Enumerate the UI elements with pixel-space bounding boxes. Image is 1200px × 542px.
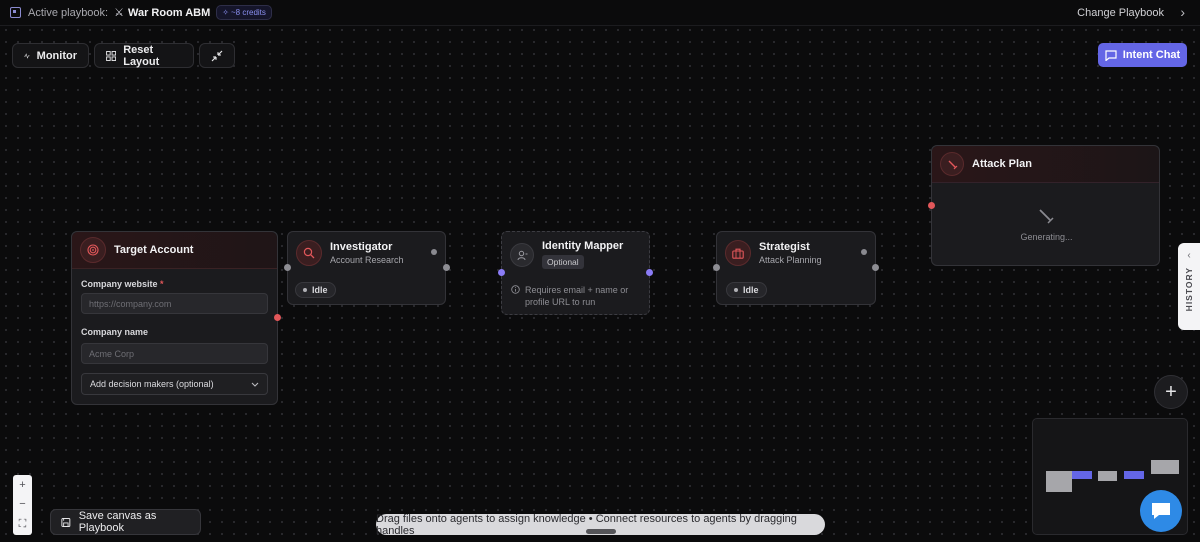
minimap-node: [1151, 460, 1179, 474]
target-account-title: Target Account: [114, 244, 194, 256]
investigator-input-handle[interactable]: [284, 264, 291, 271]
strategist-subtitle: Attack Planning: [759, 255, 822, 265]
target-account-node[interactable]: Target Account Company website * https:/…: [71, 231, 278, 405]
strategist-node[interactable]: Strategist Attack Planning Idle: [716, 231, 876, 305]
credits-badge: ✧ ~8 credits: [216, 5, 272, 20]
top-bar: Active playbook: ⚔ War Room ABM ✧ ~8 cre…: [0, 0, 1200, 26]
investigator-header: Investigator Account Research: [288, 232, 445, 274]
target-account-output-handle[interactable]: [274, 314, 281, 321]
identity-mapper-header: Identity Mapper Optional: [502, 232, 649, 278]
company-name-input[interactable]: Acme Corp: [81, 343, 268, 364]
identity-mapper-title: Identity Mapper: [542, 240, 624, 252]
monitor-button[interactable]: Monitor: [12, 43, 89, 68]
investigator-subtitle: Account Research: [330, 255, 404, 265]
decision-makers-label: Add decision makers (optional): [90, 379, 214, 389]
minimap-node: [1124, 471, 1144, 479]
sword-icon: [940, 152, 964, 176]
playbook-icon: [10, 7, 21, 18]
minimap-node: [1046, 471, 1072, 492]
company-name-label: Company name: [81, 327, 149, 337]
zoom-controls: + − ⛶: [13, 475, 32, 535]
company-website-input[interactable]: https://company.com: [81, 293, 268, 314]
grid-icon: [106, 50, 117, 61]
identity-mapper-note: Requires email + name or profile URL to …: [511, 284, 635, 308]
identity-mapper-input-handle[interactable]: [498, 269, 505, 276]
attack-plan-input-handle[interactable]: [928, 202, 935, 209]
attack-plan-status: Generating...: [1020, 232, 1073, 242]
chat-bubble-icon: [1105, 49, 1117, 61]
decision-makers-dropdown[interactable]: Add decision makers (optional): [81, 373, 268, 395]
chevron-left-icon: ‹: [1187, 250, 1191, 261]
strategist-output-handle[interactable]: [872, 264, 879, 271]
chat-widget-button[interactable]: [1140, 490, 1182, 532]
user-icon: [510, 243, 534, 267]
strategist-status-dot: [861, 249, 867, 255]
strategist-title: Strategist: [759, 241, 810, 253]
idle-dot: [734, 288, 738, 292]
minimap-node: [1072, 471, 1092, 479]
strategist-input-handle[interactable]: [713, 264, 720, 271]
change-playbook-link[interactable]: Change Playbook: [1077, 7, 1164, 19]
credits-text: ~8 credits: [230, 8, 266, 17]
chat-icon: [1152, 503, 1170, 519]
investigator-node[interactable]: Investigator Account Research Idle: [287, 231, 446, 305]
required-marker: *: [160, 279, 164, 289]
briefcase-icon: [725, 240, 751, 266]
active-playbook-label: Active playbook:: [28, 6, 109, 19]
strategist-header: Strategist Attack Planning: [717, 232, 875, 274]
target-icon: [80, 237, 106, 263]
attack-plan-title: Attack Plan: [972, 158, 1032, 170]
crossed-swords-icon: ⚔: [114, 7, 124, 19]
company-website-label: Company website *: [81, 279, 164, 289]
company-website-label-text: Company website: [81, 279, 158, 289]
history-label: HISTORY: [1184, 267, 1194, 312]
identity-mapper-node[interactable]: Identity Mapper Optional Requires email …: [501, 231, 650, 315]
identity-mapper-output-handle[interactable]: [646, 269, 653, 276]
investigator-status-badge: Idle: [295, 282, 336, 298]
optional-badge: Optional: [542, 255, 584, 269]
save-canvas-button[interactable]: Save canvas as Playbook: [50, 509, 201, 535]
investigator-output-handle[interactable]: [443, 264, 450, 271]
fit-view-icon[interactable]: ⛶: [19, 518, 27, 531]
attack-plan-header: Attack Plan: [932, 146, 1159, 183]
minimap-node: [1098, 471, 1117, 481]
collapse-button[interactable]: [199, 43, 235, 68]
playbook-name: War Room ABM: [127, 6, 211, 19]
chevron-down-icon: [251, 382, 259, 387]
investigator-status-dot: [431, 249, 437, 255]
scroll-handle[interactable]: [586, 529, 616, 534]
search-icon: [296, 240, 322, 266]
idle-dot: [303, 288, 307, 292]
sword-placeholder-icon: [1037, 207, 1055, 230]
history-tab[interactable]: ‹ HISTORY: [1178, 243, 1200, 330]
plus-icon: +: [1165, 380, 1177, 403]
intent-chat-button[interactable]: Intent Chat: [1098, 43, 1187, 67]
spark-icon: ✧: [222, 8, 229, 17]
add-node-button[interactable]: +: [1154, 375, 1188, 409]
reset-layout-button[interactable]: Reset Layout: [94, 43, 194, 68]
identity-mapper-note-text: Requires email + name or profile URL to …: [525, 285, 629, 307]
strategist-status-text: Idle: [743, 285, 759, 295]
info-icon: [511, 285, 520, 294]
investigator-title: Investigator: [330, 241, 393, 253]
reset-layout-label: Reset Layout: [123, 43, 160, 68]
strategist-status-badge: Idle: [726, 282, 767, 298]
zoom-out-icon[interactable]: −: [19, 498, 25, 510]
monitor-label: Monitor: [36, 49, 77, 62]
save-canvas-label: Save canvas as Playbook: [78, 510, 157, 534]
activity-icon: [24, 52, 30, 59]
chevron-right-icon[interactable]: ›: [1180, 4, 1185, 20]
save-icon: [61, 517, 71, 527]
zoom-in-icon[interactable]: +: [19, 479, 25, 491]
intent-chat-label: Intent Chat: [1122, 49, 1181, 61]
target-account-header: Target Account: [72, 232, 277, 269]
investigator-status-text: Idle: [312, 285, 328, 295]
attack-plan-node[interactable]: Attack Plan Generating...: [931, 145, 1160, 266]
minimize-arrows-icon: [211, 50, 223, 61]
